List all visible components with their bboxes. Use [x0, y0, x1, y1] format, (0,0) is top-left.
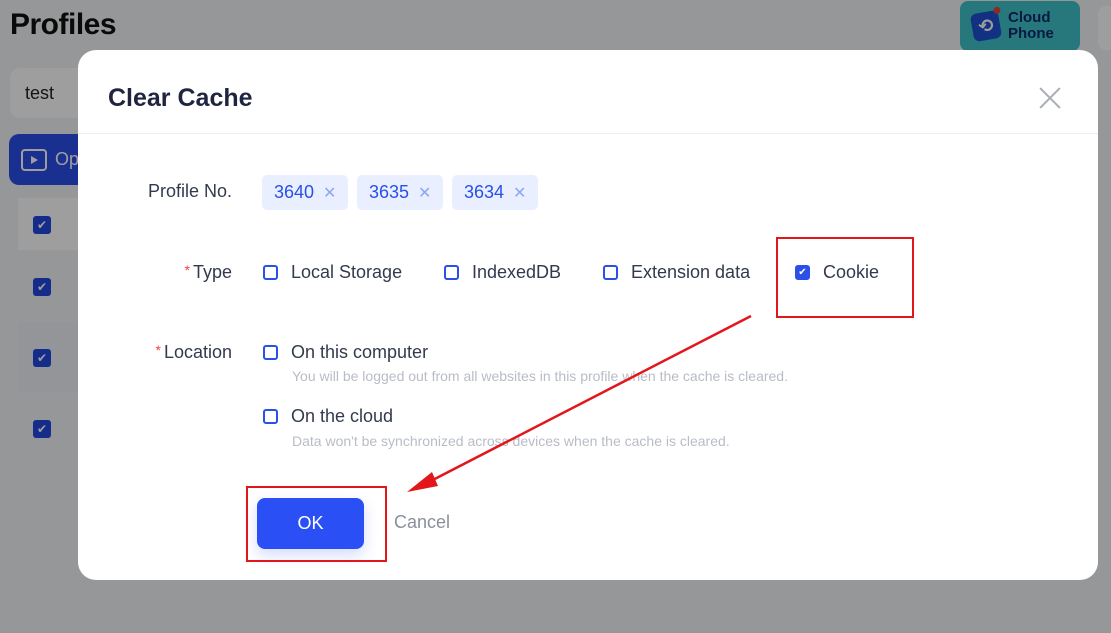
dialog-title: Clear Cache [108, 84, 253, 112]
profile-tag: 3640 ✕ [262, 175, 349, 210]
checkbox-box [263, 345, 278, 360]
location-computer-checkbox[interactable]: On this computer [263, 342, 428, 363]
remove-tag-icon[interactable]: ✕ [513, 183, 526, 203]
close-icon[interactable] [1038, 86, 1062, 110]
required-mark: * [155, 342, 161, 358]
profile-no-label: Profile No. [147, 181, 232, 201]
checkbox-box [263, 265, 278, 280]
checkbox-box [444, 265, 459, 280]
remove-tag-icon[interactable]: ✕ [418, 183, 431, 203]
type-label: * Type [184, 262, 232, 282]
profile-tag-id: 3640 [274, 182, 315, 202]
clear-cache-dialog: Clear Cache Profile No. 3640 ✕ 3635 ✕ 36… [78, 50, 1098, 580]
required-mark: * [184, 262, 190, 278]
location-cloud-checkbox[interactable]: On the cloud [263, 406, 393, 427]
annotation-cookie-highlight [776, 237, 914, 318]
location-cloud-hint: Data won't be synchronized across device… [292, 433, 730, 449]
checkbox-box [263, 409, 278, 424]
profile-tag-id: 3635 [369, 182, 410, 202]
remove-tag-icon[interactable]: ✕ [323, 183, 336, 203]
dialog-header: Clear Cache [78, 50, 1098, 134]
location-computer-hint: You will be logged out from all websites… [292, 368, 788, 384]
checkbox-box [603, 265, 618, 280]
cancel-button[interactable]: Cancel [394, 512, 450, 533]
location-label: * Location [155, 342, 232, 362]
type-local-storage-checkbox[interactable]: Local Storage [263, 262, 402, 283]
profile-tag: 3634 ✕ [452, 175, 539, 210]
profile-tag: 3635 ✕ [357, 175, 444, 210]
annotation-ok-highlight [246, 486, 387, 562]
type-indexeddb-checkbox[interactable]: IndexedDB [444, 262, 561, 283]
type-extension-data-checkbox[interactable]: Extension data [603, 262, 750, 283]
profile-tag-id: 3634 [464, 182, 505, 202]
